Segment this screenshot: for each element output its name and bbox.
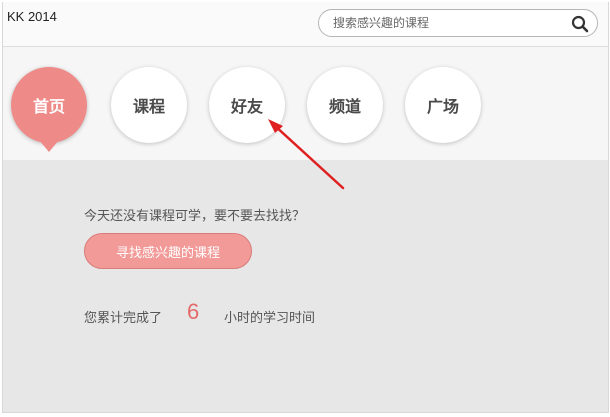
nav-item-plaza[interactable]: 广场	[405, 67, 481, 143]
nav-item-home[interactable]: 首页	[11, 67, 87, 152]
no-course-prompt: 今天还没有课程可学，要不要去找找？	[84, 209, 306, 224]
app-title: KK 2014	[7, 9, 57, 24]
home-content: 今天还没有课程可学，要不要去找找？ 寻找感兴趣的课程 您累计完成了 6 小时的学…	[3, 160, 608, 412]
nav-item-friends[interactable]: 好友	[209, 67, 285, 143]
main-nav: 首页 课程 好友 频道 广场	[3, 47, 608, 160]
study-stats-suffix: 小时的学习时间	[224, 311, 316, 326]
nav-item-courses[interactable]: 课程	[111, 67, 187, 143]
nav-item-channels[interactable]: 频道	[307, 67, 383, 143]
app-window: KK 2014 首页 课程 好友 频道 广场 今天还没有课程可学，要不要去找找？…	[2, 2, 609, 413]
search-input[interactable]	[333, 13, 563, 33]
find-courses-button[interactable]: 寻找感兴趣的课程	[84, 233, 252, 269]
search-icon[interactable]	[571, 15, 589, 33]
search-box[interactable]	[318, 9, 598, 37]
study-stats-prefix: 您累计完成了	[84, 311, 163, 326]
study-hours-value: 6	[187, 299, 200, 324]
header-bar: KK 2014	[3, 2, 608, 47]
